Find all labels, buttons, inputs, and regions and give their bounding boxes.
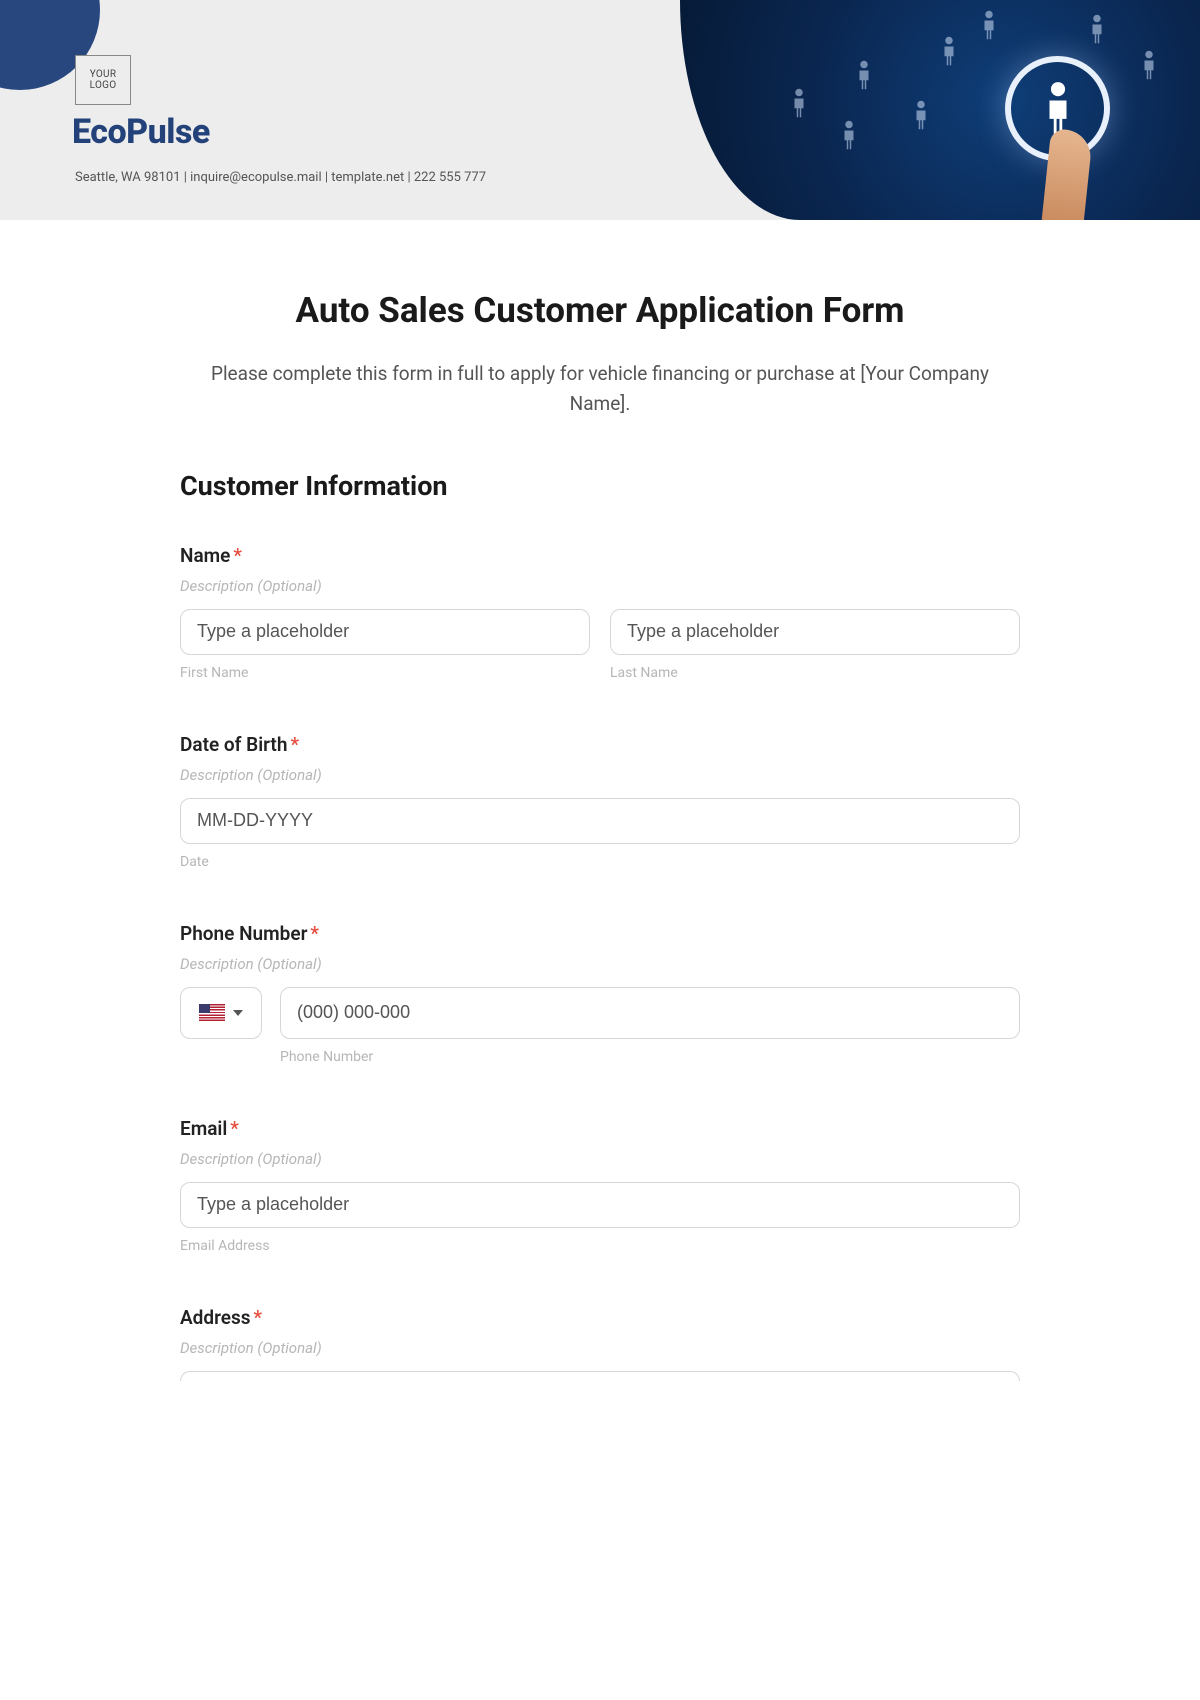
contact-line: Seattle, WA 98101 | inquire@ecopulse.mai… <box>75 170 486 185</box>
us-flag-icon <box>199 1004 225 1021</box>
page-header: YOUR LOGO EcoPulse Seattle, WA 98101 | i… <box>0 0 1200 220</box>
person-icon <box>1041 80 1075 138</box>
chevron-down-icon <box>233 1010 243 1016</box>
first-name-sublabel: First Name <box>180 665 590 681</box>
brand-name: EcoPulse <box>72 112 210 152</box>
logo-text: YOUR LOGO <box>90 69 117 91</box>
field-description[interactable]: Description (Optional) <box>180 1339 1020 1357</box>
required-star: * <box>290 733 299 756</box>
label-text: Date of Birth <box>180 733 287 756</box>
field-label-address: Address* <box>180 1306 1020 1329</box>
phone-sublabel: Phone Number <box>280 1049 1020 1065</box>
field-label-email: Email* <box>180 1117 1020 1140</box>
field-phone: Phone Number* Description (Optional) Pho… <box>180 922 1020 1065</box>
field-label-phone: Phone Number* <box>180 922 1020 945</box>
required-star: * <box>230 1117 239 1140</box>
form-intro: Please complete this form in full to app… <box>204 359 996 420</box>
field-name: Name* Description (Optional) First Name … <box>180 544 1020 681</box>
required-star: * <box>233 544 242 567</box>
first-name-input[interactable] <box>180 609 590 655</box>
phone-input[interactable] <box>280 987 1020 1039</box>
label-text: Email <box>180 1117 227 1140</box>
field-email: Email* Description (Optional) Email Addr… <box>180 1117 1020 1254</box>
form-content: Auto Sales Customer Application Form Ple… <box>180 290 1020 1421</box>
field-description[interactable]: Description (Optional) <box>180 955 1020 973</box>
logo-placeholder: YOUR LOGO <box>75 55 131 105</box>
required-star: * <box>254 1306 263 1329</box>
label-text: Address <box>180 1306 251 1329</box>
dob-sublabel: Date <box>180 854 1020 870</box>
form-title: Auto Sales Customer Application Form <box>180 290 1020 331</box>
required-star: * <box>310 922 319 945</box>
field-address: Address* Description (Optional) <box>180 1306 1020 1381</box>
address-input-partial[interactable] <box>180 1371 1020 1381</box>
last-name-input[interactable] <box>610 609 1020 655</box>
field-label-dob: Date of Birth* <box>180 733 1020 756</box>
country-code-select[interactable] <box>180 987 262 1039</box>
last-name-sublabel: Last Name <box>610 665 1020 681</box>
field-label-name: Name* <box>180 544 1020 567</box>
label-text: Name <box>180 544 230 567</box>
email-input[interactable] <box>180 1182 1020 1228</box>
dob-input[interactable] <box>180 798 1020 844</box>
section-heading-customer-info: Customer Information <box>180 470 1020 502</box>
email-sublabel: Email Address <box>180 1238 1020 1254</box>
field-description[interactable]: Description (Optional) <box>180 1150 1020 1168</box>
field-description[interactable]: Description (Optional) <box>180 577 1020 595</box>
label-text: Phone Number <box>180 922 307 945</box>
field-description[interactable]: Description (Optional) <box>180 766 1020 784</box>
field-dob: Date of Birth* Description (Optional) Da… <box>180 733 1020 870</box>
hero-panel <box>680 0 1200 220</box>
